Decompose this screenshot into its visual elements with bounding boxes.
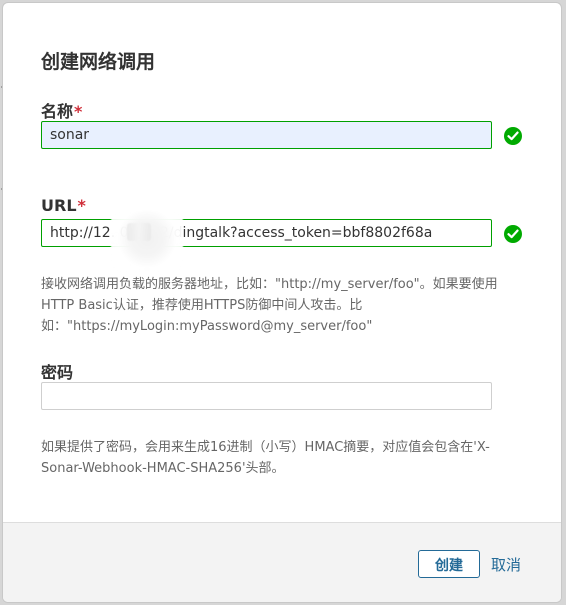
name-label: 名称* bbox=[41, 98, 82, 122]
url-label: URL* bbox=[41, 196, 86, 215]
check-circle-icon bbox=[504, 225, 522, 243]
dialog-title: 创建网络调用 bbox=[41, 51, 156, 73]
url-input-value: http://12. 0:9002/dingtalk?access_token=… bbox=[50, 225, 433, 241]
name-required-mark: * bbox=[74, 102, 83, 121]
secret-input[interactable] bbox=[41, 382, 492, 410]
redacted-area bbox=[111, 211, 183, 272]
url-help-text: 接收网络调用负载的服务器地址，比如："http://my_server/foo"… bbox=[41, 277, 498, 334]
secret-label: 密码 bbox=[41, 359, 73, 383]
create-button[interactable]: 创建 bbox=[418, 550, 480, 578]
checkmark-icon bbox=[507, 131, 519, 141]
url-required-mark: * bbox=[77, 196, 86, 215]
secret-help-text: 如果提供了密码，会用来生成16进制（小写）HMAC摘要，对应值会包含在'X-So… bbox=[41, 440, 490, 476]
url-label-text: URL bbox=[41, 196, 77, 215]
url-input[interactable]: http://12. 0:9002/dingtalk?access_token=… bbox=[41, 219, 492, 247]
name-input-value: sonar bbox=[50, 127, 90, 143]
cancel-link[interactable]: 取消 bbox=[491, 555, 521, 575]
screen-frame: 创建网络调用 名称* sonar URL* http://12. 0:9002/… bbox=[0, 0, 566, 605]
create-webhook-dialog: 创建网络调用 名称* sonar URL* http://12. 0:9002/… bbox=[2, 2, 562, 603]
secret-label-text: 密码 bbox=[41, 363, 74, 382]
check-circle-icon bbox=[504, 127, 522, 145]
checkmark-icon bbox=[507, 229, 519, 239]
name-label-text: 名称 bbox=[41, 102, 74, 121]
name-input[interactable]: sonar bbox=[41, 121, 492, 149]
